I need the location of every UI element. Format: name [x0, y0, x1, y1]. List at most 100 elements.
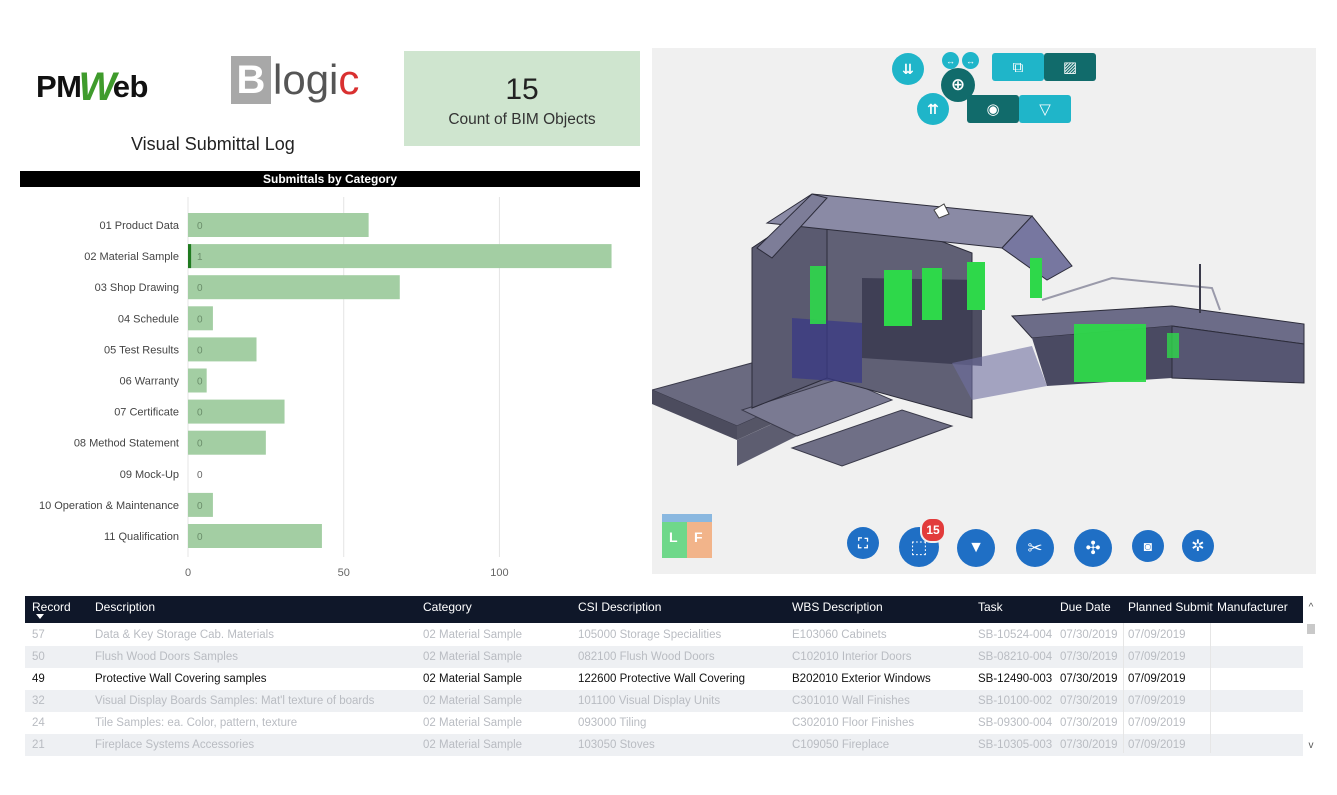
table-cell: 103050 Stoves: [578, 739, 655, 751]
column-header-description[interactable]: Description: [95, 596, 155, 623]
blogic-logo-mid: logi: [273, 56, 339, 103]
blogic-logo-text: logic: [273, 56, 359, 104]
column-header-due-date[interactable]: Due Date: [1060, 596, 1111, 623]
hatch-icon[interactable]: ▨: [1044, 53, 1096, 81]
clear-filter-icon[interactable]: ▼: [957, 529, 995, 567]
selection-count-badge: 15: [920, 517, 946, 543]
chart-bar[interactable]: [188, 213, 369, 237]
column-header-task[interactable]: Task: [978, 596, 1003, 623]
arrows-horizontal-icon-2[interactable]: ↔: [962, 52, 979, 69]
camera-icon[interactable]: ◙: [1132, 530, 1164, 562]
table-cell: 02 Material Sample: [423, 739, 523, 751]
bim-viewer[interactable]: ⇊ ↔ ↔ ⊕ ⇈ ⧉ ▨ ◉ ▽ L F ⛶ ⬚ 15 ▼ ✂ ✣ ◙ ✲: [652, 48, 1316, 574]
table-cell: 50: [32, 651, 45, 663]
scroll-down-icon[interactable]: ⇊: [892, 53, 924, 85]
table-cell: 07/09/2019: [1128, 739, 1186, 751]
filter-icon[interactable]: ▽: [1019, 95, 1071, 123]
scroll-up-arrow-icon[interactable]: ^: [1305, 602, 1317, 614]
table-cell: C102010 Interior Doors: [792, 651, 912, 663]
table-cell: C109050 Fireplace: [792, 739, 890, 751]
table-scrollbar[interactable]: ^ v: [1305, 596, 1317, 753]
table-cell: Protective Wall Covering samples: [95, 673, 267, 685]
data-label: 0: [197, 377, 203, 388]
table-row[interactable]: 49 Protective Wall Covering samples 02 Mat…: [25, 668, 1303, 690]
table-cell: SB-08210-004: [978, 651, 1053, 663]
data-label: 0: [197, 283, 203, 294]
table-cell: 105000 Storage Specialities: [578, 629, 722, 641]
x-tick-label: 100: [490, 567, 508, 579]
chart-bar-highlight[interactable]: [188, 244, 192, 269]
x-tick-label: 50: [338, 567, 350, 579]
table-cell: Tile Samples: ea. Color, pattern, textur…: [95, 717, 298, 729]
table-row[interactable]: 57 Data & Key Storage Cab. Materials 02 Ma…: [25, 624, 1303, 646]
sort-desc-icon[interactable]: [36, 614, 44, 619]
table-cell: 02 Material Sample: [423, 695, 523, 707]
category-label: 06 Warranty: [119, 376, 179, 388]
scroll-thumb[interactable]: [1307, 624, 1315, 634]
data-label: 0: [197, 345, 203, 356]
category-label: 03 Shop Drawing: [95, 282, 179, 294]
table-cell: Data & Key Storage Cab. Materials: [95, 629, 274, 641]
copy-icon[interactable]: ⧉: [992, 53, 1044, 81]
table-cell: SB-10100-002: [978, 695, 1053, 707]
table-row[interactable]: 32 Visual Display Boards Samples: Mat'l t…: [25, 690, 1303, 712]
building-model[interactable]: [652, 48, 1316, 574]
table-row[interactable]: 21 Fireplace Systems Accessories 02 Materi…: [25, 734, 1303, 756]
table-cell: 57: [32, 629, 45, 641]
data-label: 0: [197, 314, 203, 325]
chart-bar[interactable]: [188, 275, 400, 300]
chart-bar[interactable]: [188, 524, 322, 548]
fit-view-icon[interactable]: ⛶: [847, 527, 879, 559]
view-cube[interactable]: L F: [662, 514, 712, 560]
data-label: 0: [197, 532, 203, 543]
pmweb-logo-w: W: [78, 65, 117, 109]
table-cell: 02 Material Sample: [423, 651, 523, 663]
scroll-down-arrow-icon[interactable]: v: [1305, 740, 1317, 752]
table-cell: C302010 Floor Finishes: [792, 717, 915, 729]
column-header-record[interactable]: Record: [32, 596, 71, 623]
pmweb-logo-suffix: eb: [112, 69, 149, 104]
record-icon[interactable]: ◉: [967, 95, 1019, 123]
table-header: Record Description Category CSI Descript…: [25, 596, 1303, 623]
cut-icon[interactable]: ✂: [1016, 529, 1054, 567]
category-label: 07 Certificate: [114, 407, 179, 419]
kpi-card[interactable]: 15 Count of BIM Objects: [404, 51, 640, 146]
column-header-csi[interactable]: CSI Description: [578, 596, 661, 623]
table-row[interactable]: 50 Flush Wood Doors Samples 02 Material Sa…: [25, 646, 1303, 668]
category-label: 09 Mock-Up: [120, 469, 179, 481]
orbit-icon[interactable]: ✣: [1074, 529, 1112, 567]
column-header-wbs[interactable]: WBS Description: [792, 596, 883, 623]
column-header-manufacturer[interactable]: Manufacturer: [1217, 596, 1288, 623]
table-cell: Fireplace Systems Accessories: [95, 739, 255, 751]
cube-left-label: L: [669, 529, 678, 545]
pmweb-logo-prefix: PM: [36, 69, 82, 104]
table-cell: SB-12490-003: [978, 673, 1053, 685]
table-cell: 07/30/2019: [1060, 651, 1118, 663]
x-tick-label: 0: [185, 567, 191, 579]
blogic-logo: B logic: [231, 55, 359, 105]
kpi-label: Count of BIM Objects: [448, 111, 596, 128]
submittals-bar-chart: 0 50 10001 Product Data 002 Material Sample…: [39, 197, 612, 579]
blogic-logo-c: c: [338, 56, 360, 103]
table-cell: 07/30/2019: [1060, 695, 1118, 707]
page-title: Visual Submittal Log: [131, 134, 295, 154]
scroll-up-icon[interactable]: ⇈: [917, 93, 949, 125]
table-row[interactable]: 24 Tile Samples: ea. Color, pattern, text…: [25, 712, 1303, 734]
table-cell: 07/09/2019: [1128, 717, 1186, 729]
column-header-planned-submit[interactable]: Planned Submit: [1128, 596, 1213, 623]
table-cell: 07/30/2019: [1060, 629, 1118, 641]
arrows-horizontal-icon[interactable]: ↔: [942, 52, 959, 69]
table-cell: 122600 Protective Wall Covering: [578, 673, 746, 685]
table-cell: 49: [32, 673, 45, 685]
table-cell: Flush Wood Doors Samples: [95, 651, 238, 663]
category-label: 04 Schedule: [118, 313, 179, 325]
blogic-logo-b: B: [231, 56, 271, 104]
table-cell: 02 Material Sample: [423, 629, 523, 641]
settings-icon[interactable]: ✲: [1182, 530, 1214, 562]
category-label: 05 Test Results: [104, 344, 180, 356]
table-cell: 082100 Flush Wood Doors: [578, 651, 715, 663]
data-label: 0: [197, 408, 203, 419]
column-header-category[interactable]: Category: [423, 596, 472, 623]
data-label: 1: [197, 252, 203, 263]
chart-bar[interactable]: [188, 244, 612, 269]
